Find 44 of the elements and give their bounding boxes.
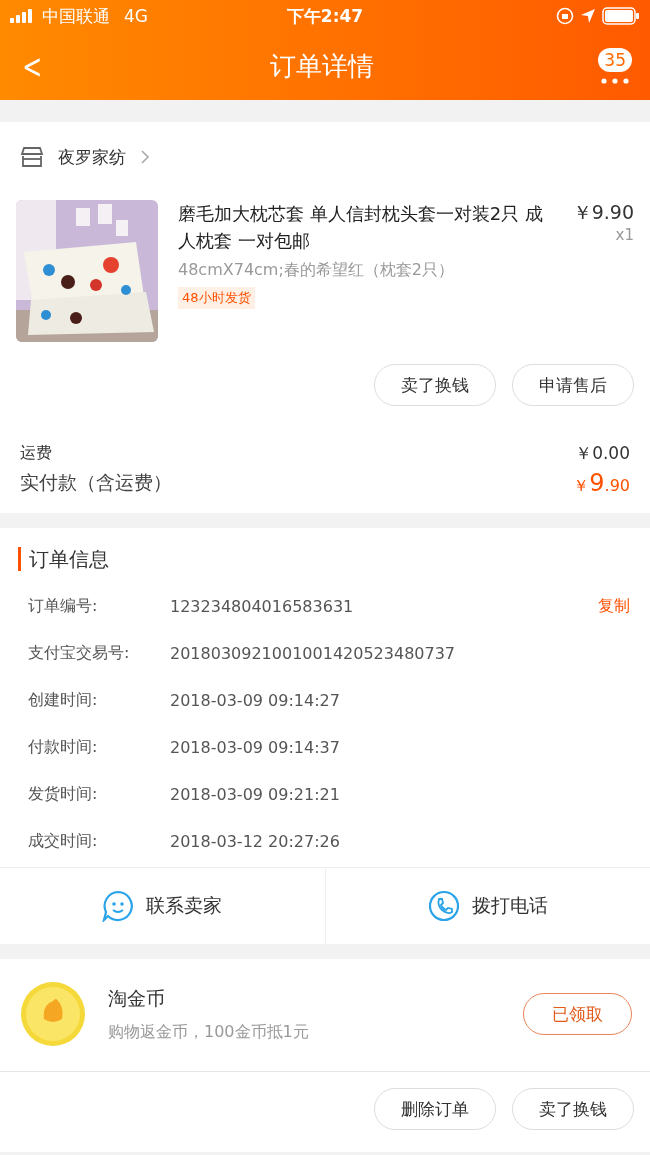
carrier: 中国联通 bbox=[42, 4, 110, 28]
product-title[interactable]: 磨毛加大枕芯套 单人信封枕头套一对装2只 成人枕套 一对包邮 bbox=[178, 200, 559, 254]
action-button[interactable]: 申请售后 bbox=[512, 364, 634, 406]
footer-button[interactable]: 卖了换钱 bbox=[512, 1088, 634, 1130]
shipping-fee: ￥0.00 bbox=[575, 442, 630, 465]
clock: 下午2:47 bbox=[286, 4, 364, 28]
more-icon[interactable] bbox=[601, 78, 630, 84]
shipping-tag: 48小时发货 bbox=[178, 287, 255, 309]
info-value: 2018-03-09 09:14:27 bbox=[170, 691, 341, 710]
paid-amount: ￥9.90 bbox=[573, 469, 630, 497]
coins-title: 淘金币 bbox=[108, 985, 166, 1011]
paid-label: 实付款（含运费） bbox=[20, 470, 172, 495]
info-label: 支付宝交易号: bbox=[28, 643, 131, 664]
location-icon bbox=[580, 8, 596, 24]
info-label: 成交时间: bbox=[28, 831, 99, 852]
footer-button[interactable]: 删除订单 bbox=[374, 1088, 496, 1130]
phone-icon bbox=[427, 890, 460, 922]
info-value: 2018-03-09 09:21:21 bbox=[170, 785, 341, 804]
coins-description: 购物返金币，100金币抵1元 bbox=[108, 1021, 310, 1043]
info-value: 2018-03-12 20:27:26 bbox=[170, 832, 341, 851]
rotation-lock-icon bbox=[556, 7, 574, 25]
chevron-right-icon bbox=[140, 149, 150, 165]
shop-name[interactable]: 夜罗家纺 bbox=[58, 145, 126, 169]
claimed-button[interactable]: 已领取 bbox=[523, 993, 632, 1035]
info-label: 付款时间: bbox=[28, 737, 99, 758]
info-value: 123234804016583631 bbox=[170, 597, 355, 616]
action-button[interactable]: 卖了换钱 bbox=[374, 364, 496, 406]
quantity: x1 bbox=[615, 226, 634, 244]
message-count-badge: 35 bbox=[598, 48, 632, 72]
info-value: 2018030921001001420523480737 bbox=[170, 644, 457, 663]
info-label: 订单编号: bbox=[28, 596, 99, 617]
shipping-label: 运费 bbox=[20, 443, 52, 464]
coin-icon bbox=[20, 981, 86, 1047]
section-title: 订单信息 bbox=[18, 547, 109, 571]
info-value: 2018-03-09 09:14:37 bbox=[170, 738, 341, 757]
info-label: 创建时间: bbox=[28, 690, 99, 711]
network-type: 4G bbox=[124, 6, 148, 26]
product-price: ￥9.90 bbox=[572, 200, 634, 225]
product-variant: 48cmX74cm;春的希望红（枕套2只） bbox=[178, 260, 455, 281]
shop-icon bbox=[20, 146, 44, 168]
page-title: 订单详情 bbox=[270, 49, 375, 83]
smiley-icon bbox=[102, 890, 135, 922]
battery-icon bbox=[602, 7, 640, 25]
info-label: 发货时间: bbox=[28, 784, 99, 805]
